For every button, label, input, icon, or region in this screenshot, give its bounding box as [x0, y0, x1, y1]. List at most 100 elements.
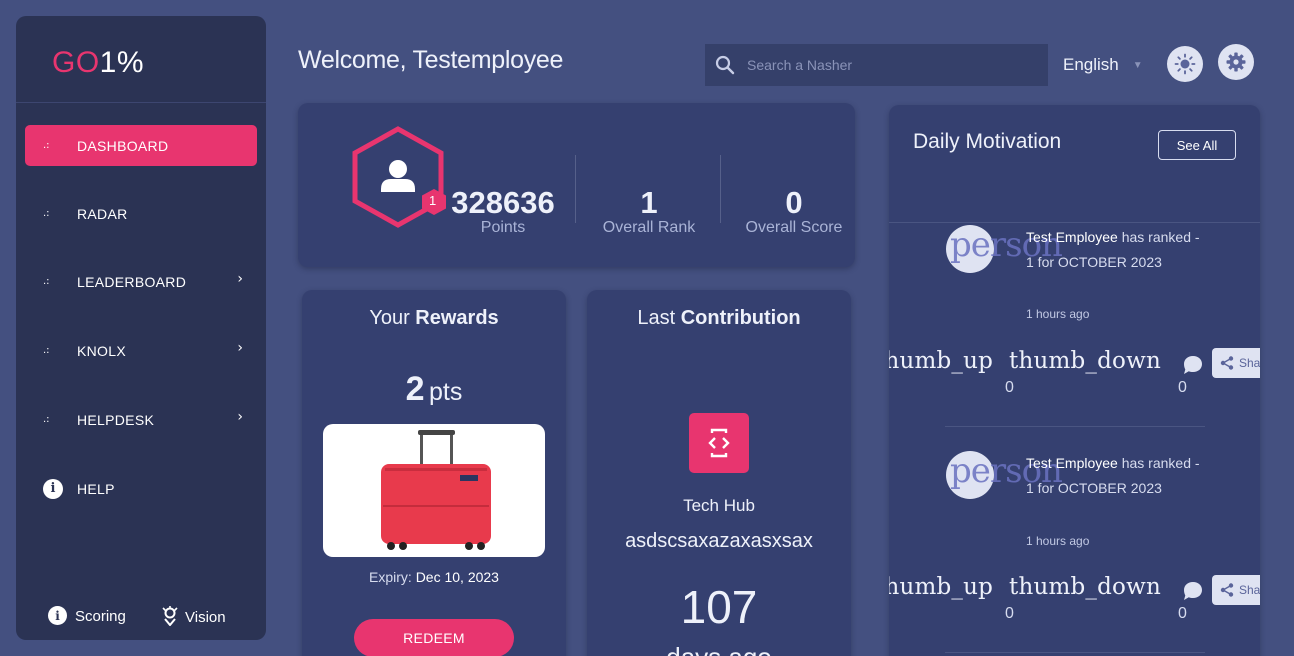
title-plain: Daily	[913, 130, 966, 153]
share-label: Share	[1239, 583, 1260, 597]
sidebar-item-label: HELPDESK	[77, 411, 155, 428]
vision-label: Vision	[185, 609, 226, 626]
info-icon: i	[48, 606, 67, 625]
caret-down-icon: ▼	[1132, 59, 1143, 71]
motivation-post-text: Test Employee has ranked - 1 for OCTOBER…	[1026, 225, 1201, 275]
thumb-down-icon[interactable]: thumb_down	[1009, 348, 1161, 374]
motivation-card: Daily Motivation See All person Test Emp…	[889, 105, 1260, 656]
like-count: 0	[1005, 605, 1014, 622]
sidebar-item-knolx[interactable]: .: KNOLX ›	[25, 330, 257, 371]
username: Testemployee	[412, 46, 564, 74]
post-author: Test Employee	[1026, 229, 1118, 245]
title-bold: Rewards	[415, 307, 499, 329]
share-button[interactable]: Share	[1212, 348, 1260, 378]
sidebar-item-label: LEADERBOARD	[77, 273, 187, 290]
sidebar-item-help[interactable]: i HELP	[25, 468, 257, 509]
expiry-date: Dec 10, 2023	[415, 569, 499, 585]
scoring-label: Scoring	[75, 608, 126, 625]
info-icon: i	[43, 478, 63, 499]
reward-points-unit: pts	[429, 378, 463, 406]
reward-points: 2 pts	[302, 370, 566, 409]
logo-percent: 1%	[99, 46, 145, 79]
sidebar-item-leaderboard[interactable]: .: LEADERBOARD ›	[25, 261, 257, 302]
score-value: 0	[785, 185, 803, 220]
stats-card: 1 328636 Points 1 Overall Rank 0 Overall…	[298, 103, 855, 267]
chevron-right-icon: ›	[237, 271, 243, 287]
sidebar-divider	[16, 102, 266, 103]
comment-icon[interactable]	[1182, 580, 1204, 602]
logo-go: GO	[52, 46, 100, 79]
tech-hub-icon	[689, 413, 749, 473]
search-icon	[715, 55, 735, 75]
theme-toggle-button[interactable]	[1167, 46, 1203, 82]
search-bar[interactable]	[705, 44, 1048, 86]
expiry-line: Expiry: Dec 10, 2023	[302, 569, 566, 585]
dots-icon: .:	[43, 413, 50, 425]
share-label: Share	[1239, 356, 1260, 370]
reward-image[interactable]	[323, 424, 545, 557]
rank-value: 1	[640, 185, 658, 220]
language-select[interactable]: English ▼	[1063, 55, 1143, 75]
language-value: English	[1063, 55, 1119, 74]
days-value: 107	[680, 581, 758, 633]
share-icon	[1220, 356, 1234, 370]
comment-icon[interactable]	[1182, 354, 1204, 376]
thumb-up-icon[interactable]: thumb_up	[889, 348, 993, 374]
days-label: days ago	[587, 642, 851, 656]
redeem-button[interactable]: REDEEM	[354, 619, 514, 656]
sidebar: GO1% .: DASHBOARD .: RADAR .: LEADERBOAR…	[16, 16, 266, 640]
expiry-label: Expiry:	[369, 569, 416, 585]
post-time: 1 hours ago	[1026, 307, 1090, 321]
motivation-title: Daily Motivation	[913, 130, 1061, 154]
sidebar-item-radar[interactable]: .: RADAR	[25, 193, 257, 234]
rewards-title: Your Rewards	[302, 307, 566, 330]
see-all-button[interactable]: See All	[1158, 130, 1236, 160]
motivation-post-text: Test Employee has ranked - 1 for OCTOBER…	[1026, 451, 1201, 501]
divider	[945, 652, 1205, 653]
contribution-name[interactable]: asdscsaxazaxasxsax	[587, 530, 851, 553]
divider	[889, 222, 1260, 223]
sidebar-item-label: KNOLX	[77, 342, 126, 359]
post-time: 1 hours ago	[1026, 534, 1090, 548]
reward-points-value: 2	[405, 370, 425, 408]
level-number: 1	[429, 193, 437, 208]
vision-link[interactable]: Vision	[161, 606, 226, 626]
code-icon	[708, 428, 730, 458]
rewards-card: Your Rewards 2 pts Expiry: Dec 10, 2023 …	[302, 290, 566, 656]
divider	[575, 155, 576, 223]
suitcase-image	[381, 430, 491, 550]
page-title: Welcome, Testemployee	[298, 46, 563, 75]
sidebar-item-helpdesk[interactable]: .: HELPDESK ›	[25, 399, 257, 440]
points-label: Points	[480, 219, 526, 236]
like-count: 0	[1005, 379, 1014, 396]
logo[interactable]: GO1%	[52, 46, 144, 80]
thumb-up-icon[interactable]: thumb_up	[889, 574, 993, 600]
sidebar-item-dashboard[interactable]: .: DASHBOARD	[25, 125, 257, 166]
gear-icon	[1226, 52, 1246, 72]
dislike-count: 0	[1178, 605, 1187, 622]
chevron-right-icon: ›	[237, 340, 243, 356]
sidebar-item-label: DASHBOARD	[77, 137, 169, 154]
sidebar-item-label: HELP	[77, 480, 115, 497]
thumb-down-icon[interactable]: thumb_down	[1009, 574, 1161, 600]
dots-icon: .:	[43, 139, 50, 151]
scoring-link[interactable]: i Scoring	[48, 606, 126, 625]
dots-icon: .:	[43, 344, 50, 356]
divider	[720, 155, 721, 223]
settings-button[interactable]	[1218, 44, 1254, 80]
search-input[interactable]	[747, 57, 1027, 73]
title-bold: Contribution	[680, 307, 801, 329]
contribution-title: Last Contribution	[587, 307, 851, 330]
dots-icon: .:	[43, 275, 50, 287]
sidebar-item-label: RADAR	[77, 205, 128, 222]
post-author: Test Employee	[1026, 455, 1118, 471]
share-button[interactable]: Share	[1212, 575, 1260, 605]
dislike-count: 0	[1178, 379, 1187, 396]
welcome-prefix: Welcome,	[298, 46, 413, 74]
vision-icon	[162, 606, 178, 626]
sun-icon	[1174, 53, 1196, 75]
contribution-type: Tech Hub	[683, 496, 755, 515]
title-plain: Your	[369, 307, 416, 329]
divider	[945, 426, 1205, 427]
score-label: Overall Score	[745, 219, 843, 236]
